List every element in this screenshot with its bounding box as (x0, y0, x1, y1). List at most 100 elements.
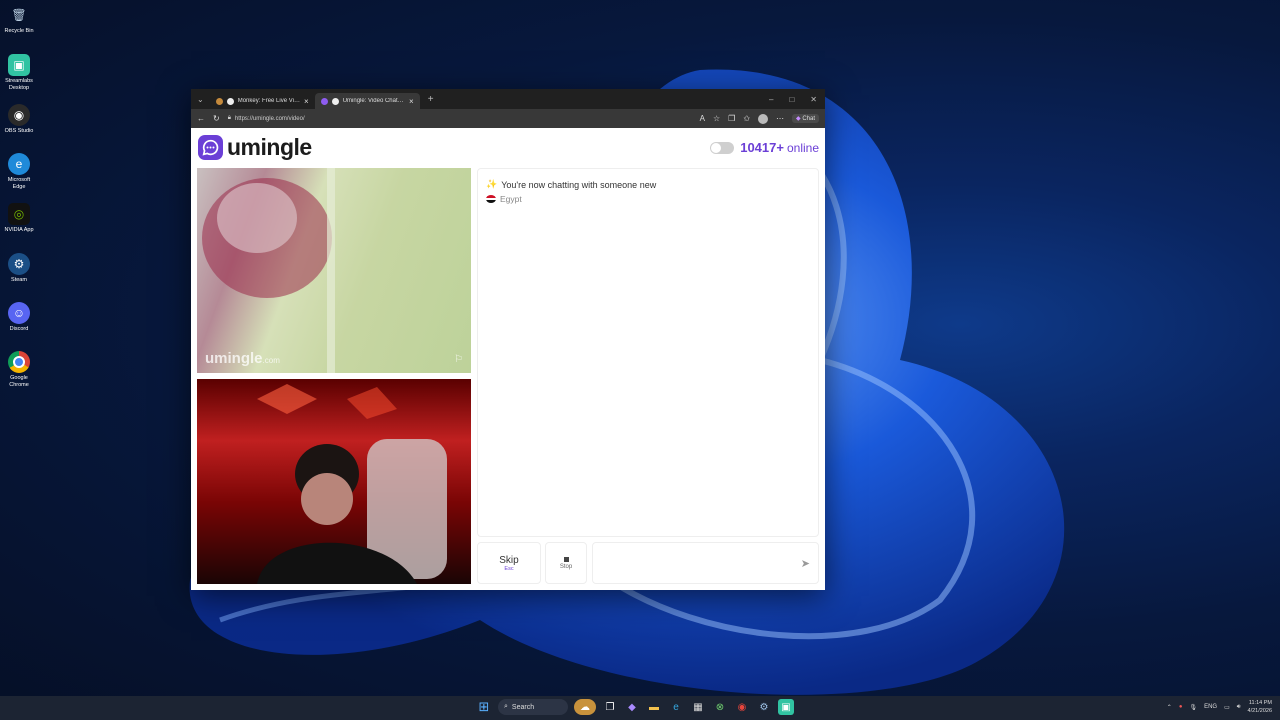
chrome-taskbar-icon[interactable]: ◉ (734, 699, 750, 715)
close-tab-icon[interactable]: × (409, 97, 414, 106)
read-aloud-icon[interactable]: A (700, 114, 705, 123)
umingle-page: umingle 10417+ online umingle.com ⚐ ✨ Yo… (191, 128, 825, 590)
umingle-watermark: umingle.com (205, 350, 280, 367)
copilot-taskbar-icon[interactable]: ◆ (624, 699, 640, 715)
tab-audio-icon (331, 97, 339, 105)
theme-toggle[interactable] (710, 141, 735, 154)
umingle-logo[interactable]: umingle (198, 134, 312, 161)
umingle-favicon-icon (320, 97, 328, 105)
skip-hint: Esc (504, 565, 514, 572)
store-icon[interactable]: ▦ (690, 699, 706, 715)
edge-icon: e (8, 153, 30, 175)
copilot-icon: ◆ (796, 116, 801, 122)
system-tray: ⌃ ● 🎙︎ ENG ▭ 🔊︎ 11:14 PM 4/21/2026 (1167, 699, 1272, 715)
taskbar-apps: ⊞ ⌕ Search ☁ ❐ ◆ ▬ e ▦ ⊗ ◉ ⚙ ▣ (476, 699, 794, 715)
desktop-icon-nvidia[interactable]: ◎ NVIDIA App (2, 203, 36, 234)
language-indicator[interactable]: ENG (1204, 704, 1217, 710)
tab-monkey[interactable]: Monkey: Free Live Video Chat × (210, 93, 315, 109)
desktop-icon-label: Steam (11, 277, 27, 283)
streamlabs-taskbar-icon[interactable]: ▣ (778, 699, 794, 715)
collections-icon[interactable]: ❐ (728, 114, 735, 123)
egypt-flag-icon (486, 195, 496, 203)
back-icon[interactable]: ← (197, 114, 205, 123)
report-flag-icon[interactable]: ⚐ (454, 354, 463, 365)
desktop-icon-label: OBS Studio (4, 128, 34, 134)
copilot-chat-button[interactable]: ◆ Chat (792, 114, 819, 123)
browser-window: ⌄ Monkey: Free Live Video Chat × Umingle… (191, 89, 825, 590)
network-icon[interactable]: ▭ (1224, 704, 1230, 711)
minimize-button[interactable]: – (761, 95, 781, 104)
nvidia-icon: ◎ (8, 203, 30, 225)
search-label: Search (511, 703, 535, 711)
widgets-icon[interactable]: ☁ (574, 699, 596, 715)
desktop-icon-chrome[interactable]: Google Chrome (2, 351, 36, 389)
search-icon: ⌕ (504, 703, 508, 710)
desktop-icon-obs[interactable]: ◉ OBS Studio (2, 104, 36, 135)
favorite-star-icon[interactable]: ☆ (713, 114, 720, 123)
desktop-icon-label: Microsoft Edge (7, 177, 31, 190)
self-video-frame (257, 384, 447, 584)
online-label: online (786, 140, 819, 155)
tab-umingle[interactable]: Umingle: Video Chat with Str × (314, 93, 420, 109)
maximize-button[interactable]: □ (781, 95, 802, 104)
desktop-icon-label: Streamlabs Desktop (5, 78, 33, 91)
more-menu-icon[interactable]: ⋯ (776, 114, 784, 123)
chat-panel: ✨ You're now chatting with someone new E… (477, 168, 819, 537)
monkey-favicon-icon (215, 97, 223, 105)
url-text: https://umingle.com/video/ (234, 115, 305, 122)
stranger-video: umingle.com ⚐ (197, 168, 471, 373)
stop-icon (563, 556, 569, 562)
edge-taskbar-icon[interactable]: e (668, 699, 684, 715)
stranger-video-frame (202, 168, 335, 373)
stop-button[interactable]: Stop (545, 542, 587, 584)
self-video (197, 379, 471, 584)
message-input[interactable]: ➤ (592, 542, 819, 584)
chrome-icon (8, 351, 30, 373)
clock-time: 11:14 PM (1248, 700, 1272, 706)
online-indicator: 10417+ online (710, 140, 819, 155)
desktop-icon-recycle-bin[interactable]: 🗑 Recycle Bin (2, 4, 36, 35)
desktop-icon-label: NVIDIA App (4, 227, 34, 233)
chevron-up-icon[interactable]: ⌃ (1167, 704, 1172, 711)
tray-app-icon[interactable]: ● (1179, 704, 1183, 710)
country-text: Egypt (500, 194, 522, 204)
taskbar: ⊞ ⌕ Search ☁ ❐ ◆ ▬ e ▦ ⊗ ◉ ⚙ ▣ ⌃ ● 🎙︎ ENG… (0, 696, 1280, 720)
skip-label: Skip (499, 554, 519, 566)
clock-date: 4/21/2026 (1247, 708, 1272, 714)
copilot-label: Chat (802, 116, 815, 122)
start-windows-icon[interactable]: ⊞ (476, 699, 492, 715)
close-window-button[interactable]: ✕ (802, 95, 825, 104)
file-explorer-icon[interactable]: ▬ (646, 699, 662, 715)
obs-icon: ◉ (8, 104, 30, 126)
taskbar-search[interactable]: ⌕ Search (498, 699, 568, 715)
favorites-icon[interactable]: ✩ (743, 114, 750, 123)
tab-title: Monkey: Free Live Video Chat (237, 98, 300, 104)
chat-bubble-logo-icon (198, 135, 223, 160)
refresh-icon[interactable]: ↻ (213, 114, 220, 123)
logo-text: umingle (227, 134, 312, 160)
new-tab-button[interactable]: + (420, 94, 442, 105)
xbox-icon[interactable]: ⊗ (712, 699, 728, 715)
desktop-icon-steam[interactable]: ⚙ Steam (2, 253, 36, 284)
desktop-icon-edge[interactable]: e Microsoft Edge (2, 153, 36, 191)
discord-icon: ☺ (8, 302, 30, 324)
clock[interactable]: 11:14 PM 4/21/2026 (1248, 699, 1272, 715)
lock-icon: 🔒︎ (227, 115, 231, 121)
profile-avatar-icon[interactable] (758, 113, 769, 124)
tab-actions-icon[interactable]: ⌄ (191, 95, 210, 104)
send-icon[interactable]: ➤ (801, 557, 810, 570)
system-message-text: You're now chatting with someone new (501, 179, 657, 190)
address-bar-row: ← ↻ 🔒︎ https://umingle.com/video/ A ☆ ❐ … (191, 109, 825, 128)
address-bar[interactable]: 🔒︎ https://umingle.com/video/ (228, 112, 692, 125)
steam-taskbar-icon[interactable]: ⚙ (756, 699, 772, 715)
desktop-icon-discord[interactable]: ☺ Discord (2, 302, 36, 333)
desktop-icon-streamlabs[interactable]: ▣ Streamlabs Desktop (2, 54, 36, 92)
microphone-icon[interactable]: 🎙︎ (1189, 704, 1197, 711)
skip-button[interactable]: Skip Esc (477, 542, 541, 584)
tab-bar: ⌄ Monkey: Free Live Video Chat × Umingle… (191, 89, 825, 109)
volume-icon[interactable]: 🔊︎ (1237, 704, 1241, 711)
close-tab-icon[interactable]: × (304, 97, 309, 106)
task-view-icon[interactable]: ❐ (602, 699, 618, 715)
watermark-text: umingle (205, 350, 263, 367)
partner-country: Egypt (486, 194, 522, 204)
